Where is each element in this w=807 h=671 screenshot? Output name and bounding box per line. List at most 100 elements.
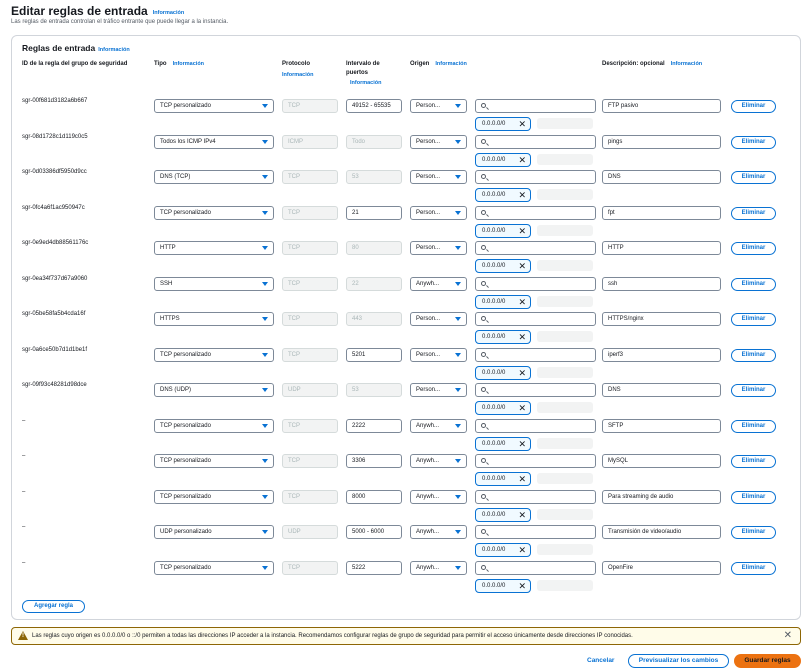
remove-token-icon[interactable]: ✕ bbox=[518, 438, 526, 450]
type-select[interactable]: TCP personalizado bbox=[154, 454, 274, 468]
description-input[interactable]: DNS bbox=[602, 170, 721, 184]
delete-rule-button[interactable]: Eliminar bbox=[731, 420, 776, 433]
delete-rule-button[interactable]: Eliminar bbox=[731, 242, 776, 255]
delete-rule-button[interactable]: Eliminar bbox=[731, 526, 776, 539]
type-select[interactable]: TCP personalizado bbox=[154, 419, 274, 433]
origin-select[interactable]: Person... bbox=[410, 206, 467, 220]
cidr-search-input[interactable] bbox=[475, 454, 596, 468]
remove-token-icon[interactable]: ✕ bbox=[518, 544, 526, 556]
delete-rule-button[interactable]: Eliminar bbox=[731, 171, 776, 184]
origin-info-link[interactable]: Información bbox=[435, 61, 466, 67]
origin-select[interactable]: Anywh... bbox=[410, 277, 467, 291]
preview-changes-button[interactable]: Previsualizar los cambios bbox=[628, 654, 729, 668]
delete-rule-button[interactable]: Eliminar bbox=[731, 313, 776, 326]
description-input[interactable]: FTP pasivo bbox=[602, 99, 721, 113]
cancel-button[interactable]: Cancelar bbox=[587, 657, 614, 664]
cidr-search-input[interactable] bbox=[475, 561, 596, 575]
origin-select[interactable]: Anywh... bbox=[410, 454, 467, 468]
cidr-search-input[interactable] bbox=[475, 419, 596, 433]
protocol-info-link[interactable]: Información bbox=[282, 71, 313, 80]
type-select[interactable]: TCP personalizado bbox=[154, 490, 274, 504]
description-input[interactable]: HTTPS/nginx bbox=[602, 312, 721, 326]
description-input[interactable]: ssh bbox=[602, 277, 721, 291]
type-select[interactable]: SSH bbox=[154, 277, 274, 291]
origin-select[interactable]: Person... bbox=[410, 383, 467, 397]
cidr-search-input[interactable] bbox=[475, 99, 596, 113]
type-select[interactable]: TCP personalizado bbox=[154, 206, 274, 220]
port-range-input[interactable]: 5222 bbox=[346, 561, 402, 575]
origin-select[interactable]: Person... bbox=[410, 170, 467, 184]
port-range-input[interactable]: 21 bbox=[346, 206, 402, 220]
remove-token-icon[interactable]: ✕ bbox=[518, 118, 526, 130]
port-info-link[interactable]: Información bbox=[350, 79, 402, 88]
origin-select[interactable]: Anywh... bbox=[410, 561, 467, 575]
type-select[interactable]: HTTP bbox=[154, 241, 274, 255]
origin-select[interactable]: Person... bbox=[410, 99, 467, 113]
type-select[interactable]: TCP personalizado bbox=[154, 561, 274, 575]
remove-token-icon[interactable]: ✕ bbox=[518, 367, 526, 379]
save-rules-button[interactable]: Guardar reglas bbox=[734, 654, 801, 668]
cidr-search-input[interactable] bbox=[475, 206, 596, 220]
port-range-input[interactable]: 8000 bbox=[346, 490, 402, 504]
delete-rule-button[interactable]: Eliminar bbox=[731, 491, 776, 504]
delete-rule-button[interactable]: Eliminar bbox=[731, 384, 776, 397]
description-info-link[interactable]: Información bbox=[671, 61, 702, 67]
delete-rule-button[interactable]: Eliminar bbox=[731, 278, 776, 291]
remove-token-icon[interactable]: ✕ bbox=[518, 580, 526, 592]
delete-rule-button[interactable]: Eliminar bbox=[731, 100, 776, 113]
cidr-search-input[interactable] bbox=[475, 135, 596, 149]
port-range-input[interactable]: 2222 bbox=[346, 419, 402, 433]
origin-select[interactable]: Person... bbox=[410, 348, 467, 362]
delete-rule-button[interactable]: Eliminar bbox=[731, 136, 776, 149]
type-select[interactable]: UDP personalizado bbox=[154, 525, 274, 539]
add-rule-button[interactable]: Agregar regla bbox=[22, 600, 85, 613]
description-input[interactable]: OpenFire bbox=[602, 561, 721, 575]
origin-select[interactable]: Anywh... bbox=[410, 490, 467, 504]
description-input[interactable]: MySQL bbox=[602, 454, 721, 468]
cidr-search-input[interactable] bbox=[475, 348, 596, 362]
remove-token-icon[interactable]: ✕ bbox=[518, 509, 526, 521]
type-select[interactable]: Todos los ICMP IPv4 bbox=[154, 135, 274, 149]
delete-rule-button[interactable]: Eliminar bbox=[731, 349, 776, 362]
type-select[interactable]: DNS (UDP) bbox=[154, 383, 274, 397]
delete-rule-button[interactable]: Eliminar bbox=[731, 562, 776, 575]
description-input[interactable]: SFTP bbox=[602, 419, 721, 433]
remove-token-icon[interactable]: ✕ bbox=[518, 296, 526, 308]
cidr-search-input[interactable] bbox=[475, 170, 596, 184]
cidr-search-input[interactable] bbox=[475, 277, 596, 291]
remove-token-icon[interactable]: ✕ bbox=[518, 331, 526, 343]
origin-select[interactable]: Anywh... bbox=[410, 419, 467, 433]
description-input[interactable]: DNS bbox=[602, 383, 721, 397]
origin-select[interactable]: Person... bbox=[410, 312, 467, 326]
description-input[interactable]: Para streaming de audio bbox=[602, 490, 721, 504]
cidr-search-input[interactable] bbox=[475, 525, 596, 539]
page-info-link[interactable]: Información bbox=[153, 10, 184, 16]
origin-select[interactable]: Person... bbox=[410, 241, 467, 255]
origin-select[interactable]: Anywh... bbox=[410, 525, 467, 539]
description-input[interactable]: Transmisión de video/audio bbox=[602, 525, 721, 539]
origin-select[interactable]: Person... bbox=[410, 135, 467, 149]
description-input[interactable]: fpt bbox=[602, 206, 721, 220]
cidr-search-input[interactable] bbox=[475, 312, 596, 326]
type-select[interactable]: TCP personalizado bbox=[154, 348, 274, 362]
type-select[interactable]: TCP personalizado bbox=[154, 99, 274, 113]
remove-token-icon[interactable]: ✕ bbox=[518, 154, 526, 166]
description-input[interactable]: iperf3 bbox=[602, 348, 721, 362]
type-select[interactable]: HTTPS bbox=[154, 312, 274, 326]
port-range-input[interactable]: 3306 bbox=[346, 454, 402, 468]
delete-rule-button[interactable]: Eliminar bbox=[731, 207, 776, 220]
port-range-input[interactable]: 49152 - 65535 bbox=[346, 99, 402, 113]
type-info-link[interactable]: Información bbox=[173, 61, 204, 67]
type-select[interactable]: DNS (TCP) bbox=[154, 170, 274, 184]
cidr-search-input[interactable] bbox=[475, 241, 596, 255]
remove-token-icon[interactable]: ✕ bbox=[518, 225, 526, 237]
description-input[interactable]: pings bbox=[602, 135, 721, 149]
delete-rule-button[interactable]: Eliminar bbox=[731, 455, 776, 468]
remove-token-icon[interactable]: ✕ bbox=[518, 260, 526, 272]
description-input[interactable]: HTTP bbox=[602, 241, 721, 255]
remove-token-icon[interactable]: ✕ bbox=[518, 473, 526, 485]
remove-token-icon[interactable]: ✕ bbox=[518, 189, 526, 201]
panel-info-link[interactable]: Información bbox=[98, 47, 129, 53]
close-icon[interactable]: ✕ bbox=[784, 628, 792, 644]
port-range-input[interactable]: 5201 bbox=[346, 348, 402, 362]
